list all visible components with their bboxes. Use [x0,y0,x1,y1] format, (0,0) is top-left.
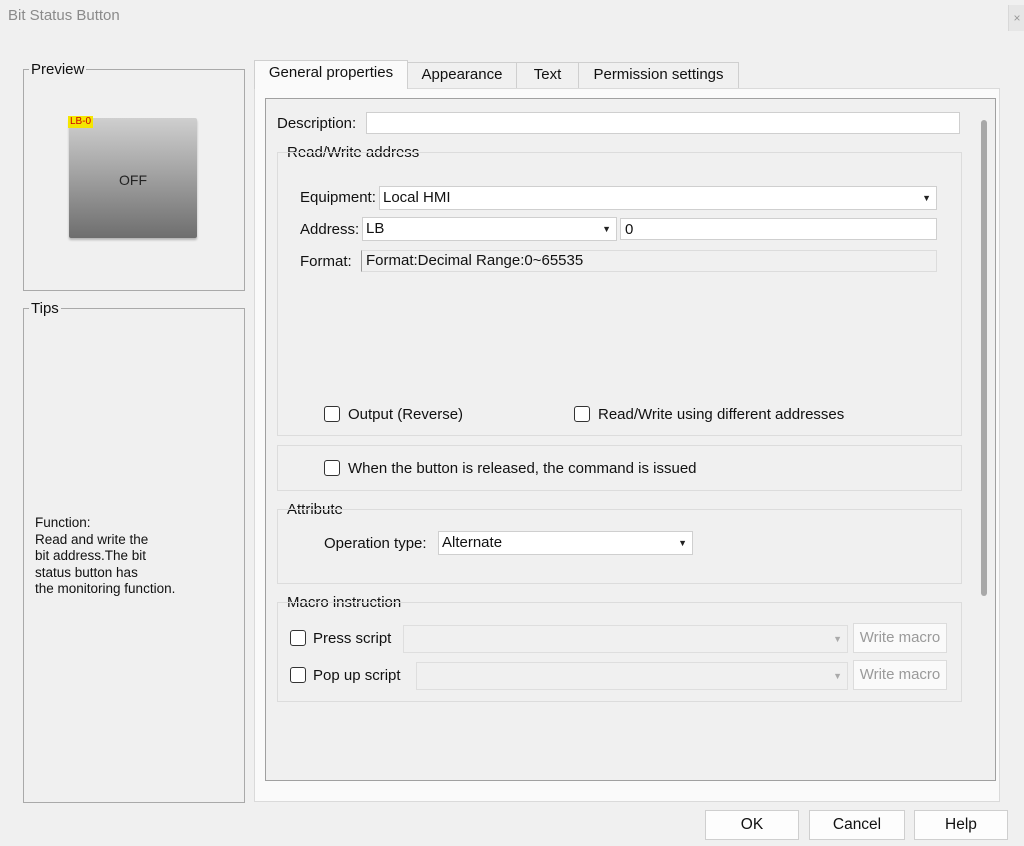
tips-line: status button has [35,564,138,580]
tips-line: the monitoring function. [35,581,176,596]
description-input[interactable] [366,112,960,134]
format-display: Format:Decimal Range:0~65535 [361,250,937,272]
tips-line: Function: [35,515,91,530]
operation-type-value: Alternate [442,534,503,551]
equipment-select[interactable]: Local HMI ▼ [379,186,937,210]
tab-permission-settings[interactable]: Permission settings [578,62,739,89]
cancel-button[interactable]: Cancel [809,810,905,840]
address-type-select[interactable]: LB ▼ [362,217,617,241]
operation-type-select[interactable]: Alternate ▼ [438,531,693,555]
operation-type-label: Operation type: [324,535,427,552]
rw-different-checkbox[interactable] [574,406,590,422]
address-label: Address: [300,221,360,238]
press-script-write-macro-button[interactable]: Write macro [853,623,947,653]
preview-address-tag: LB-0 [68,116,94,128]
ok-button[interactable]: OK [705,810,799,840]
popup-script-write-macro-button[interactable]: Write macro [853,660,947,690]
tips-text: Function: Read and write the bit address… [35,515,235,598]
popup-script-label: Pop up script [313,667,401,684]
output-reverse-label: Output (Reverse) [348,406,464,423]
close-icon[interactable]: × [1008,5,1024,31]
press-script-select[interactable]: ▼ [403,625,848,653]
popup-script-checkbox[interactable] [290,667,306,683]
description-label: Description: [277,115,357,132]
rw-different-label: Read/Write using different addresses [598,406,845,423]
press-script-checkbox[interactable] [290,630,306,646]
tips-line: bit address.The bit [35,548,147,563]
address-number-input[interactable]: 0 [620,218,937,240]
equipment-value: Local HMI [383,189,451,206]
preview-group-label: Preview [29,61,87,78]
chevron-down-icon: ▼ [833,671,842,681]
tips-line: Read and write the [35,531,149,547]
address-type-value: LB [366,220,385,237]
help-button[interactable]: Help [914,810,1008,840]
chevron-down-icon: ▼ [833,634,842,644]
tab-general-properties[interactable]: General properties [254,60,408,89]
chevron-down-icon: ▼ [602,224,611,234]
release-command-checkbox[interactable] [324,460,340,476]
preview-state-text: OFF [119,172,147,188]
equipment-label: Equipment: [300,189,376,206]
window-title: Bit Status Button [8,7,120,24]
tips-group-label: Tips [29,300,61,317]
chevron-down-icon: ▼ [678,538,687,548]
press-script-label: Press script [313,630,392,647]
popup-script-select[interactable]: ▼ [416,662,848,690]
tab-text[interactable]: Text [516,62,579,89]
tab-appearance[interactable]: Appearance [407,62,517,89]
release-command-label: When the button is released, the command… [348,460,697,477]
chevron-down-icon: ▼ [922,193,931,203]
vertical-scrollbar[interactable] [981,120,987,596]
format-label: Format: [300,253,352,270]
output-reverse-checkbox[interactable] [324,406,340,422]
